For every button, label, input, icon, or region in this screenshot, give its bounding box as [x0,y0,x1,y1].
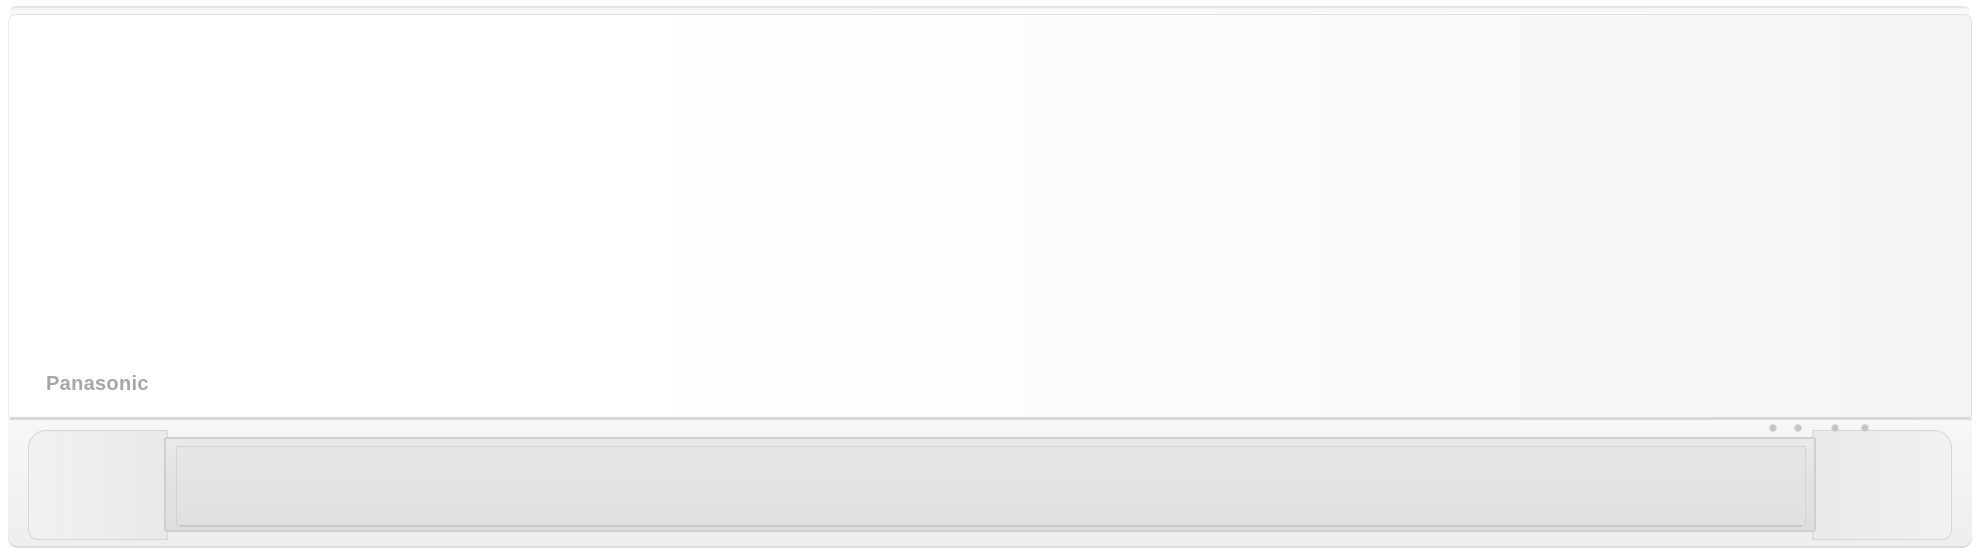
indoor-unit-front-panel [8,14,1972,424]
louver-blade [176,446,1806,526]
indicator-lamp-icon [1795,425,1801,431]
indicator-lamp-icon [1862,425,1868,431]
indicator-lamp-icon [1832,425,1838,431]
left-side-cover [28,430,168,540]
brand-logo: Panasonic [46,373,149,395]
louver-edge [180,525,1802,527]
air-conditioner-image: Panasonic [0,0,1980,554]
right-side-cover [1812,430,1952,540]
indicator-lamp-icon [1770,425,1776,431]
